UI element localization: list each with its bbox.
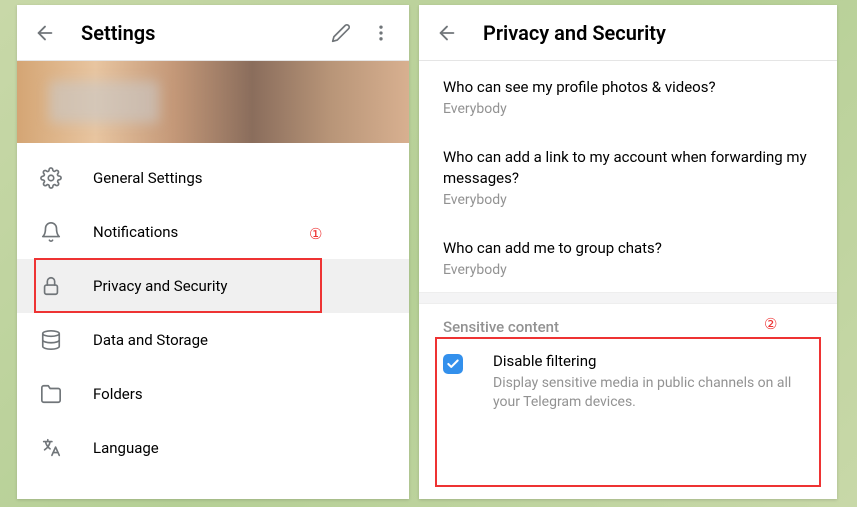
menu-language[interactable]: Language — [17, 421, 409, 475]
setting-title: Who can add me to group chats? — [443, 238, 813, 258]
menu-label: Folders — [93, 385, 143, 403]
gear-icon — [39, 166, 63, 190]
arrow-left-icon — [34, 22, 56, 44]
folder-icon — [39, 382, 63, 406]
more-vertical-icon — [371, 23, 391, 43]
menu-label: Data and Storage — [93, 331, 208, 349]
menu-general-settings[interactable]: General Settings — [17, 151, 409, 205]
menu-folders[interactable]: Folders — [17, 367, 409, 421]
setting-value: Everybody — [443, 262, 813, 278]
menu-label: Privacy and Security — [93, 277, 228, 295]
back-button[interactable] — [25, 13, 65, 53]
settings-menu: General Settings Notifications Privacy a… — [17, 143, 409, 483]
setting-title: Who can add a link to my account when fo… — [443, 147, 813, 188]
settings-panel: Settings General Settings Notifications — [17, 5, 409, 499]
menu-data-storage[interactable]: Data and Storage — [17, 313, 409, 367]
profile-name-blurred — [49, 81, 159, 123]
arrow-left-icon — [436, 22, 458, 44]
language-icon — [39, 436, 63, 460]
setting-title: Who can see my profile photos & videos? — [443, 77, 813, 97]
setting-profile-photos[interactable]: Who can see my profile photos & videos? … — [419, 61, 837, 131]
annotation-label-1: ① — [309, 225, 322, 243]
setting-value: Everybody — [443, 101, 813, 117]
back-button[interactable] — [427, 13, 467, 53]
menu-label: Notifications — [93, 223, 178, 241]
privacy-panel: Privacy and Security Who can see my prof… — [419, 5, 837, 499]
menu-label: Language — [93, 439, 159, 457]
privacy-settings-list: Who can see my profile photos & videos? … — [419, 61, 837, 292]
edit-button[interactable] — [321, 13, 361, 53]
section-divider — [419, 292, 837, 304]
annotation-label-2: ② — [764, 315, 777, 333]
bell-icon — [39, 220, 63, 244]
privacy-title: Privacy and Security — [483, 21, 829, 45]
setting-value: Everybody — [443, 192, 813, 208]
settings-title: Settings — [81, 21, 321, 45]
checkmark-icon — [446, 357, 460, 371]
profile-banner[interactable] — [17, 61, 409, 143]
disable-filtering-row[interactable]: Disable filtering Display sensitive medi… — [419, 342, 837, 432]
setting-forward-link[interactable]: Who can add a link to my account when fo… — [419, 131, 837, 222]
menu-privacy-security[interactable]: Privacy and Security — [17, 259, 409, 313]
menu-notifications[interactable]: Notifications — [17, 205, 409, 259]
setting-group-chats[interactable]: Who can add me to group chats? Everybody — [419, 222, 837, 292]
lock-icon — [39, 274, 63, 298]
menu-label: General Settings — [93, 169, 203, 187]
settings-header: Settings — [17, 5, 409, 61]
checkbox-description: Display sensitive media in public channe… — [493, 374, 813, 412]
more-button[interactable] — [361, 13, 401, 53]
pencil-icon — [331, 23, 351, 43]
database-icon — [39, 328, 63, 352]
disable-filtering-checkbox[interactable] — [443, 354, 463, 374]
checkbox-label: Disable filtering — [493, 352, 813, 370]
privacy-header: Privacy and Security — [419, 5, 837, 61]
checkbox-content: Disable filtering Display sensitive medi… — [493, 352, 813, 412]
